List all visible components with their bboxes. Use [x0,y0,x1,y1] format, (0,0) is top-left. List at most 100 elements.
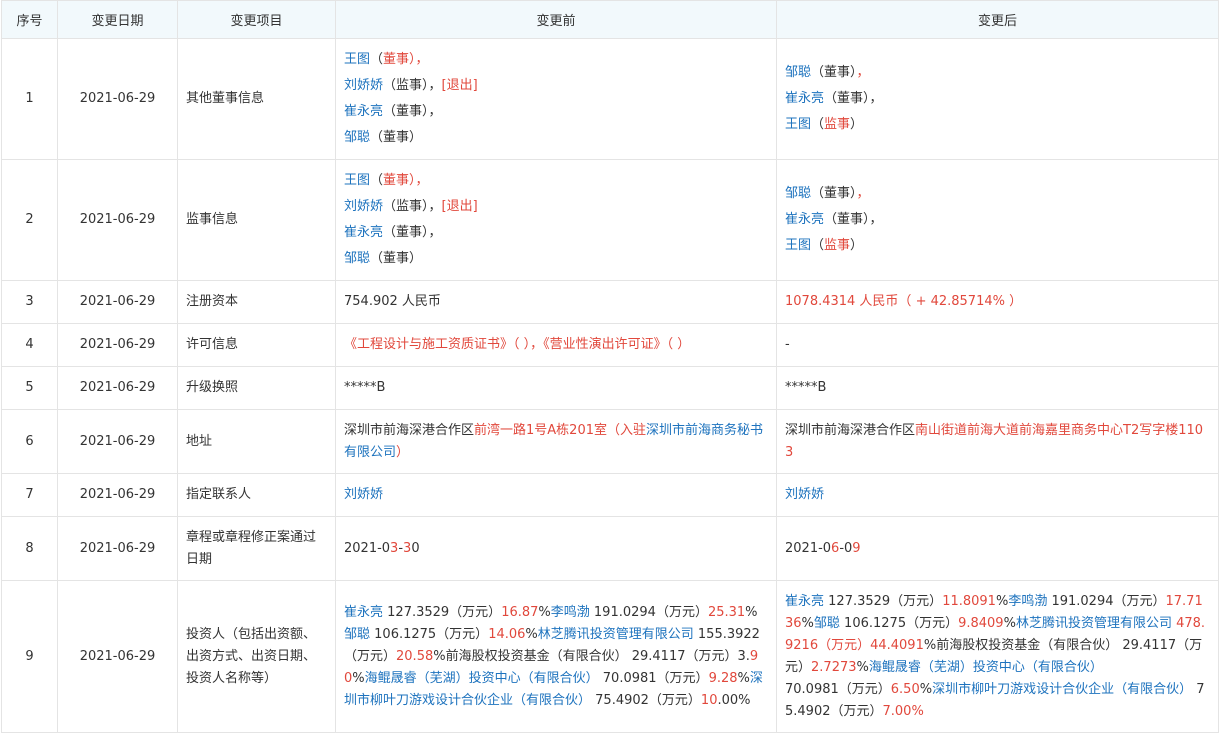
entity-link[interactable]: 海鲲晟睿（芜湖）投资中心（有限合伙） [365,671,599,686]
after-cell: 刘娇娇 [776,473,1219,517]
entity-link[interactable]: 深圳市柳叶刀游戏设计合伙企业（有限合伙） [932,682,1192,697]
change-text: 9.28 [708,670,738,686]
entity-link[interactable]: 李鸣渤 [1008,594,1047,609]
item-cell: 升级换照 [177,366,336,410]
entity-link[interactable]: 邹聪 [344,251,370,266]
after-cell: *****B [776,366,1219,410]
change-text: [退出] [441,199,478,214]
item-cell: 注册资本 [177,280,336,324]
entity-link[interactable]: 王图 [344,52,370,67]
change-text: 44.4091 [870,637,924,653]
table-row: 9 2021-06-29 投资人（包括出资额、出资方式、出资日期、投资人名称等） 崔永… [1,580,1219,733]
change-text: 2021-0 [785,540,832,556]
entity-link[interactable]: 王图 [344,173,370,188]
entity-link[interactable]: 崔永亮 [785,91,824,106]
entity-link[interactable]: 邹聪 [785,186,811,201]
change-text: 2.7273 [811,659,857,675]
change-text: 106.1275（万元） [370,626,489,642]
item-cell: 其他董事信息 [177,38,336,160]
seq-cell: 1 [1,38,58,160]
change-text: 9.8409 [958,615,1004,631]
table-row: 6 2021-06-29 地址 深圳市前海深港合作区前湾一路1号A栋201室（入驻深圳… [1,409,1219,474]
change-text: 20.58 [396,648,434,664]
change-text: ）， [409,52,429,67]
entity-link[interactable]: 刘娇娇 [344,199,383,214]
entity-link[interactable]: 崔永亮 [344,104,383,119]
change-text: *****B [344,380,386,395]
change-text: 29.4117（万元）3. [627,648,750,664]
change-text: 前湾一路1号A栋201室（入驻 [474,422,646,438]
seq-cell: 8 [1,516,58,581]
change-text: （董事） [811,65,857,80]
entity-link[interactable]: 刘娇娇 [785,487,824,502]
change-text: 10 [700,692,718,708]
seq-cell: 3 [1,280,58,324]
change-text: ）， [409,173,429,188]
change-text: 75.4902（万元） [591,692,701,708]
entity-link[interactable]: 刘娇娇 [344,487,383,502]
entity-link[interactable]: 邹聪 [344,627,370,642]
entity-link[interactable]: 李鸣渤 [551,605,590,620]
change-text: 9 [852,540,861,556]
item-cell: 章程或章程修正案通过日期 [177,516,336,581]
table-row: 2 2021-06-29 监事信息 王图（董事）， 刘娇娇（监事），[退出] 崔永亮（董事… [1,159,1219,281]
date-cell: 2021-06-29 [57,323,178,367]
entity-link[interactable]: 崔永亮 [785,212,824,227]
change-text: 191.0294（万元） [1047,593,1166,609]
change-text: （董事）， [383,104,442,119]
change-text: 754.902 人民币 [344,294,441,309]
entity-link[interactable]: 邹聪 [785,65,811,80]
entity-link[interactable]: 崔永亮 [344,605,383,620]
change-text: .00% [717,692,751,708]
change-text: [退出] [441,78,478,93]
entity-link[interactable]: 林芝腾讯投资管理有限公司 [1016,616,1172,631]
entity-link[interactable]: 崔永亮 [344,225,383,240]
change-text: （董事）， [383,225,442,240]
change-text: 106.1275（万元） [839,615,959,631]
entity-link[interactable]: 邹聪 [814,616,840,631]
change-text: 11.8091 [942,593,996,609]
entity-link[interactable]: 海鲲晟睿（芜湖）投资中心（有限合伙） [869,660,1103,675]
entity-link[interactable]: 林芝腾讯投资管理有限公司 [538,627,694,642]
change-text: % [995,593,1009,609]
date-cell: 2021-06-29 [57,580,178,733]
change-text: % [919,681,933,697]
change-text: 191.0294（万元） [589,604,708,620]
change-text: ） [850,238,864,253]
date-cell: 2021-06-29 [57,366,178,410]
date-cell: 2021-06-29 [57,516,178,581]
seq-cell: 2 [1,159,58,281]
date-cell: 2021-06-29 [57,159,178,281]
header-before: 变更前 [335,0,777,39]
seq-cell: 7 [1,473,58,517]
entity-link[interactable]: 邹聪 [344,130,370,145]
change-text: ， [856,65,870,80]
seq-cell: 9 [1,580,58,733]
before-cell: 崔永亮 127.3529（万元）16.87%李鸣渤 191.0294（万元）25… [335,580,777,733]
change-text: % [525,626,538,642]
entity-link[interactable]: 崔永亮 [785,594,824,609]
entity-link[interactable]: 刘娇娇 [344,78,383,93]
change-text: 1078.4314 人民币（ + 42.85714% ） [785,294,1023,309]
change-text: 0 [411,540,420,556]
change-text: % [923,637,937,653]
date-cell: 2021-06-29 [57,280,178,324]
after-cell: 邹聪（董事）， 崔永亮（董事）， 王图（监事） [776,159,1219,281]
change-text: 监事 [824,238,851,253]
change-text: % [433,648,446,664]
entity-link[interactable]: 王图 [785,117,811,132]
before-cell: 王图（董事）， 刘娇娇（监事），[退出] 崔永亮（董事）， 邹聪（董事） [335,38,777,160]
item-cell: 投资人（包括出资额、出资方式、出资日期、投资人名称等） [177,580,336,733]
change-text: （董事）， [824,212,883,227]
item-cell: 许可信息 [177,323,336,367]
before-cell: *****B [335,366,777,410]
change-text: % [1003,615,1016,631]
change-text: 前海股权投资基金（有限合伙） [445,648,628,664]
change-text: （ [811,117,825,132]
table-row: 5 2021-06-29 升级换照 *****B *****B [1,366,1219,410]
header-date: 变更日期 [57,0,178,39]
entity-link[interactable]: 王图 [785,238,811,253]
change-text: *****B [785,380,827,395]
change-text: 深圳市前海深港合作区 [344,422,475,438]
item-cell: 监事信息 [177,159,336,281]
